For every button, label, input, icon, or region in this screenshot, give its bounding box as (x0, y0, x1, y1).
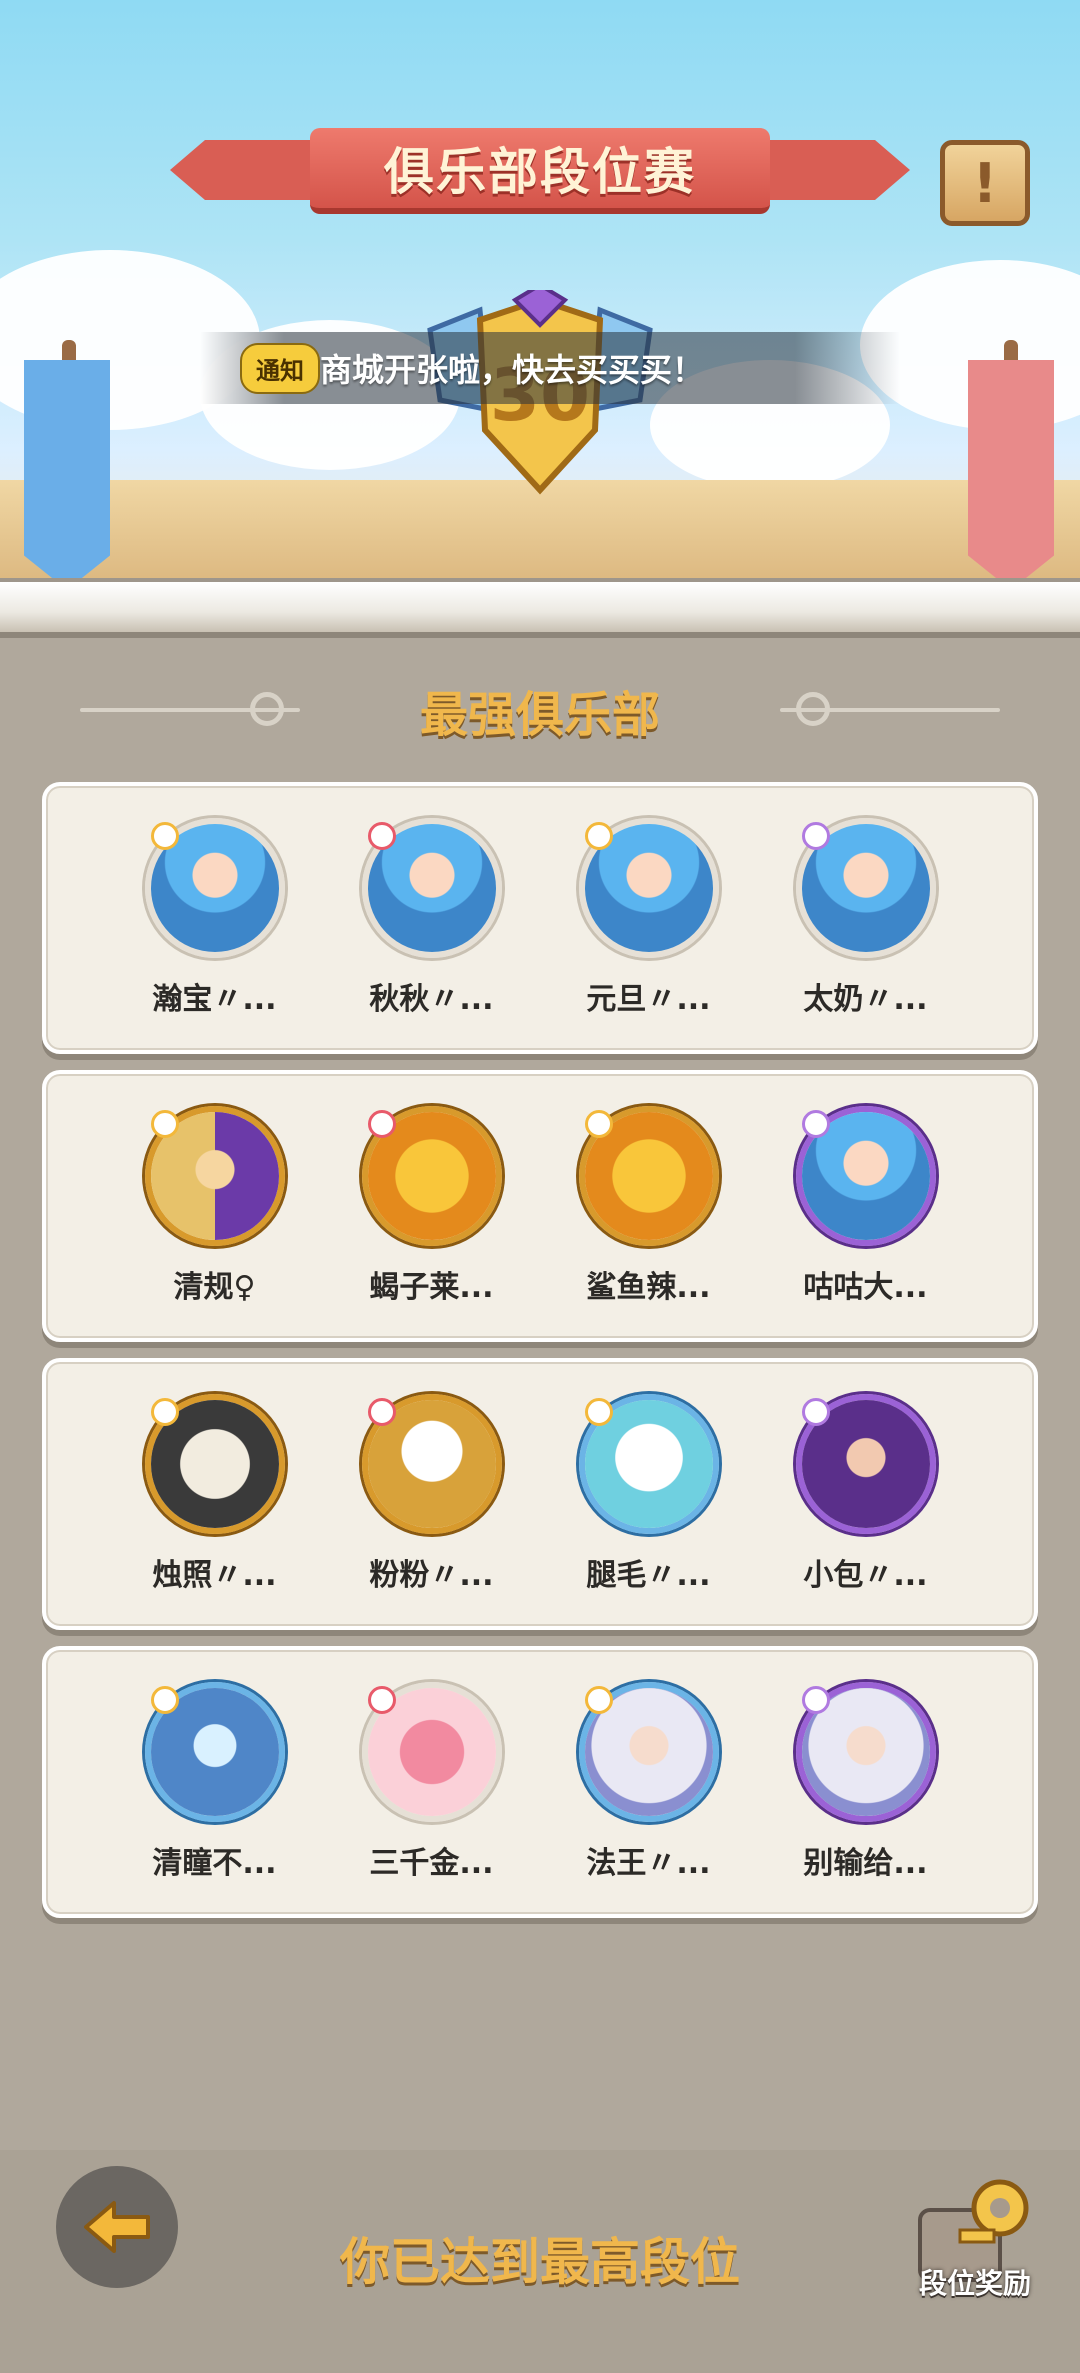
avatar-wrapper (361, 1106, 502, 1246)
member-name: 元旦〃... (586, 982, 711, 1017)
club-card[interactable]: 清规♀ 蝎子莱... 鲨鱼辣... 咕咕大... (42, 1070, 1038, 1342)
ribbon-tail-right (770, 140, 910, 200)
member-name: 太奶〃... (803, 982, 928, 1017)
member-name: 秋秋〃... (369, 982, 494, 1017)
member-name: 小包〃... (803, 1558, 928, 1593)
section-title: 最强俱乐部 (0, 670, 1080, 750)
notice-text: 商城开张啦，快去买买买！ (320, 351, 705, 389)
member-name: 别输给... (803, 1846, 928, 1881)
club-member[interactable]: 蝎子莱... (332, 1106, 532, 1306)
club-member[interactable]: 粉粉〃... (332, 1394, 532, 1594)
avatar-wrapper (578, 1394, 719, 1534)
club-card[interactable]: 瀚宝〃... 秋秋〃... 元旦〃... 太奶〃... (42, 782, 1038, 1054)
club-member[interactable]: 太奶〃... (766, 818, 966, 1018)
page-title: 俱乐部段位赛 (384, 143, 696, 201)
class-badge-icon (584, 822, 613, 850)
club-member[interactable]: 清瞳不... (115, 1682, 315, 1882)
club-member[interactable]: 小包〃... (766, 1394, 966, 1594)
class-badge-icon (367, 822, 396, 850)
club-member[interactable]: 腿毛〃... (549, 1394, 749, 1594)
info-scroll-button[interactable]: ! (940, 140, 1030, 226)
class-badge-icon (584, 1110, 613, 1138)
notice-tag: 通知 (240, 342, 320, 394)
class-badge-icon (801, 1398, 830, 1426)
member-name: 咕咕大... (803, 1270, 928, 1305)
avatar-wrapper (578, 1682, 719, 1822)
member-name: 清规♀ (173, 1270, 256, 1305)
class-badge-icon (367, 1686, 396, 1714)
rank-reward-label[interactable]: 段位奖励 (900, 2262, 1050, 2302)
class-badge-icon (801, 1110, 830, 1138)
avatar-wrapper (361, 818, 502, 958)
red-flag (968, 360, 1054, 590)
class-badge-icon (150, 822, 179, 850)
avatar-wrapper (144, 1394, 285, 1534)
club-member[interactable]: 别输给... (766, 1682, 966, 1882)
club-member[interactable]: 三千金... (332, 1682, 532, 1882)
avatar-wrapper (361, 1682, 502, 1822)
member-name: 清瞳不... (152, 1846, 277, 1881)
club-member[interactable]: 咕咕大... (766, 1106, 966, 1306)
club-member[interactable]: 秋秋〃... (332, 818, 532, 1018)
class-badge-icon (150, 1686, 179, 1714)
member-name: 法王〃... (586, 1846, 711, 1881)
club-member[interactable]: 瀚宝〃... (115, 818, 315, 1018)
class-badge-icon (150, 1398, 179, 1426)
member-name: 鲨鱼辣... (586, 1270, 711, 1305)
ribbon-body: 俱乐部段位赛 (310, 128, 770, 214)
blue-flag (24, 360, 110, 590)
class-badge-icon (801, 822, 830, 850)
avatar-wrapper (144, 1106, 285, 1246)
club-member[interactable]: 清规♀ (115, 1106, 315, 1306)
member-name: 腿毛〃... (586, 1558, 711, 1593)
exclamation-icon: ! (972, 151, 998, 215)
notice-bar[interactable]: 通知 商城开张啦，快去买买买！ (200, 332, 900, 404)
club-member[interactable]: 法王〃... (549, 1682, 749, 1882)
avatar-wrapper (795, 1682, 936, 1822)
club-card[interactable]: 清瞳不... 三千金... 法王〃... 别输给... (42, 1646, 1038, 1918)
class-badge-icon (584, 1686, 613, 1714)
class-badge-icon (367, 1398, 396, 1426)
avatar-wrapper (578, 1106, 719, 1246)
club-member[interactable]: 鲨鱼辣... (549, 1106, 749, 1306)
member-name: 粉粉〃... (369, 1558, 494, 1593)
club-member[interactable]: 元旦〃... (549, 818, 749, 1018)
avatar-wrapper (144, 818, 285, 958)
club-card[interactable]: 烛照〃... 粉粉〃... 腿毛〃... 小包〃... (42, 1358, 1038, 1630)
class-badge-icon (801, 1686, 830, 1714)
class-badge-icon (367, 1110, 396, 1138)
member-name: 瀚宝〃... (152, 982, 277, 1017)
club-member[interactable]: 烛照〃... (115, 1394, 315, 1594)
avatar-wrapper (795, 1394, 936, 1534)
avatar-wrapper (361, 1394, 502, 1534)
section-title-text: 最强俱乐部 (419, 687, 660, 743)
arena-wall (0, 578, 1080, 638)
class-badge-icon (584, 1398, 613, 1426)
avatar-wrapper (578, 818, 719, 958)
avatar-wrapper (795, 1106, 936, 1246)
member-name: 烛照〃... (152, 1558, 277, 1593)
ribbon-tail-left (170, 140, 310, 200)
member-name: 蝎子莱... (369, 1270, 494, 1305)
avatar-wrapper (144, 1682, 285, 1822)
class-badge-icon (150, 1110, 179, 1138)
avatar-wrapper (795, 818, 936, 958)
member-name: 三千金... (369, 1846, 494, 1881)
title-ribbon: 俱乐部段位赛 (170, 120, 910, 230)
